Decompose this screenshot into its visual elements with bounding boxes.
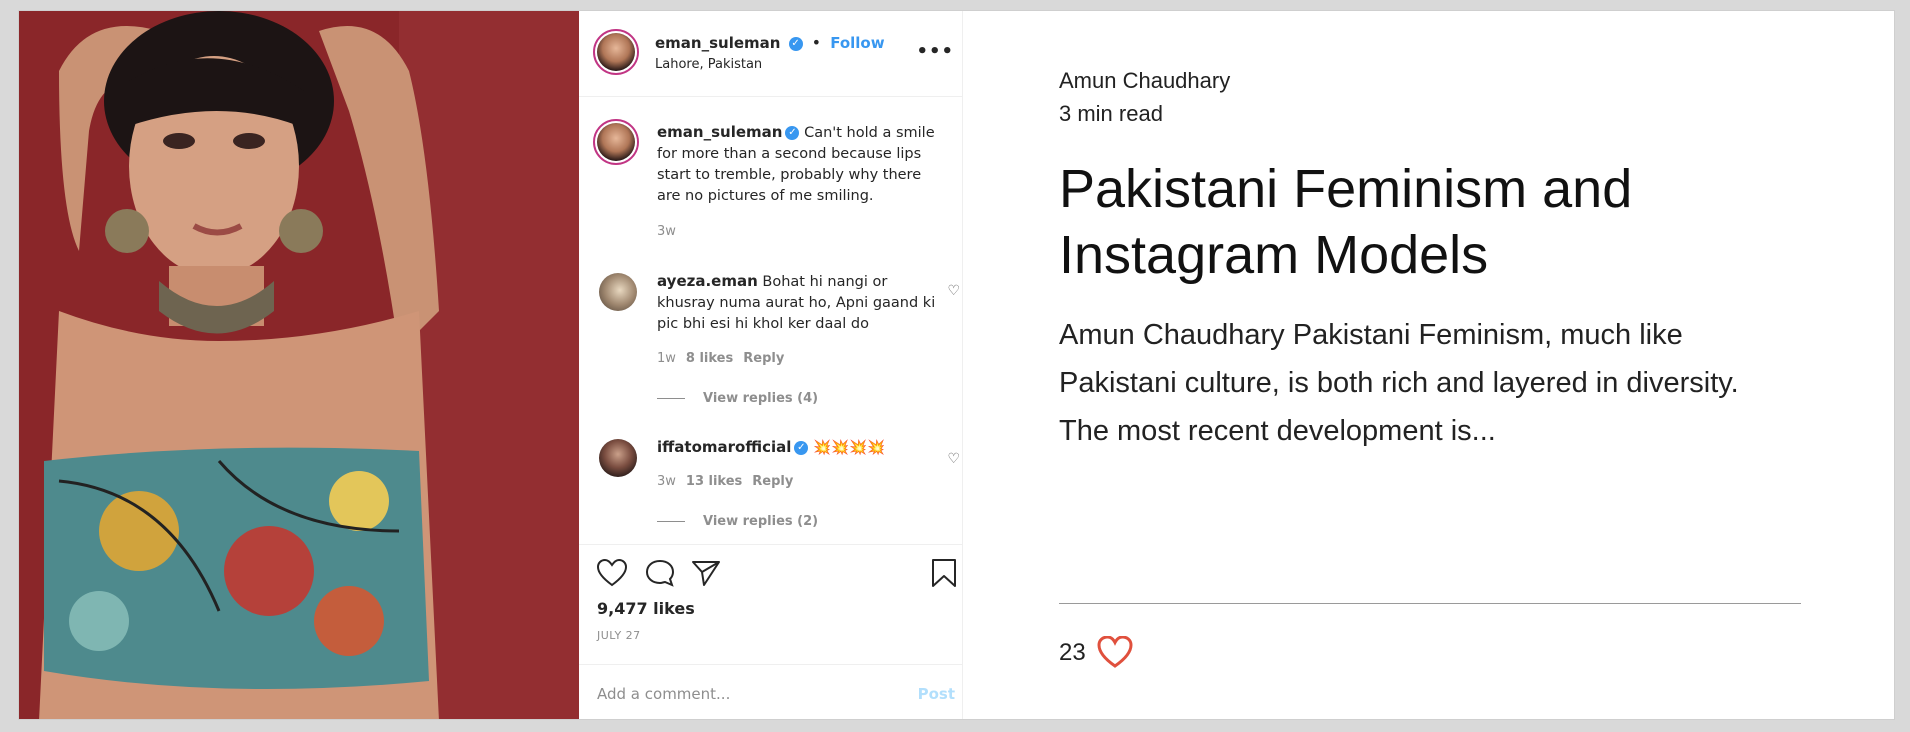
comment-meta: 3w 13 likes Reply [657, 474, 793, 489]
post-header: eman_suleman ✓ • Follow Lahore, Pakistan… [579, 11, 962, 97]
post-date: JULY 27 [597, 629, 641, 642]
location-label[interactable]: Lahore, Pakistan [655, 57, 762, 72]
more-dots-icon[interactable]: ••• [916, 41, 954, 62]
reply-button[interactable]: Reply [752, 474, 793, 489]
comment-like-heart-icon[interactable]: ♡ [947, 451, 960, 467]
separator-dot: • [811, 33, 822, 52]
comment-meta: 1w 8 likes Reply [657, 351, 784, 366]
verified-icon: ✓ [794, 441, 809, 455]
view-replies-label: View replies (4) [703, 391, 819, 406]
caption-username[interactable]: eman_suleman [657, 123, 782, 141]
divider [1059, 603, 1801, 604]
instagram-panel: eman_suleman ✓ • Follow Lahore, Pakistan… [579, 11, 963, 719]
commenter-avatar[interactable] [599, 439, 637, 477]
author-username[interactable]: eman_suleman [655, 34, 780, 52]
share-paper-plane-icon[interactable] [691, 559, 721, 587]
follow-button[interactable]: Follow [830, 34, 884, 52]
comment: iffatomarofficial ✓ 💥💥💥💥 [657, 437, 937, 459]
comment-username[interactable]: ayeza.eman [657, 272, 758, 290]
comment-username[interactable]: iffatomarofficial [657, 438, 791, 456]
view-replies-button[interactable]: View replies (2) [657, 514, 818, 529]
like-count[interactable]: 9,477 likes [597, 599, 695, 618]
comment-time: 3w [657, 474, 676, 489]
article-preview[interactable]: Amun Chaudhary 3 min read Pakistani Femi… [1059, 11, 1819, 719]
add-comment-bar: Add a comment... Post [579, 664, 963, 719]
caption-avatar[interactable] [593, 119, 639, 165]
author-avatar[interactable] [593, 29, 639, 75]
commenter-avatar[interactable] [599, 273, 637, 311]
replies-divider [657, 398, 685, 399]
reply-button[interactable]: Reply [743, 351, 784, 366]
view-replies-label: View replies (2) [703, 514, 819, 529]
view-replies-button[interactable]: View replies (4) [657, 391, 818, 406]
article-author[interactable]: Amun Chaudhary [1059, 68, 1230, 94]
heart-icon[interactable] [1097, 636, 1133, 668]
comment-time: 1w [657, 351, 676, 366]
author-line: eman_suleman ✓ • Follow [655, 33, 885, 52]
comment-bubble-icon[interactable] [645, 559, 675, 587]
caption-time: 3w [657, 224, 676, 239]
replies-divider [657, 521, 685, 522]
bookmark-icon[interactable] [931, 558, 957, 588]
caption: eman_suleman ✓ Can't hold a smile for mor… [657, 122, 947, 207]
comment-input[interactable]: Add a comment... [597, 685, 730, 703]
article-excerpt: Amun Chaudhary Pakistani Feminism, much … [1059, 319, 1739, 447]
article-title[interactable]: Pakistani Feminism and Instagram Models [1059, 156, 1779, 288]
post-photo[interactable] [19, 11, 579, 719]
post-comment-button[interactable]: Post [918, 685, 955, 703]
read-time: 3 min read [1059, 101, 1163, 126]
card: eman_suleman ✓ • Follow Lahore, Pakistan… [18, 10, 1895, 720]
verified-icon: ✓ [785, 126, 800, 140]
comment-text: 💥💥💥💥 [812, 440, 886, 456]
comment-like-heart-icon[interactable]: ♡ [947, 283, 960, 299]
like-heart-icon[interactable] [597, 559, 627, 587]
comment: ayeza.eman Bohat hi nangi or khusray num… [657, 271, 937, 335]
post-actions: 9,477 likes JULY 27 [579, 544, 963, 664]
comment-likes[interactable]: 13 likes [686, 474, 742, 489]
verified-icon: ✓ [788, 36, 803, 51]
photo-illustration [19, 11, 579, 719]
article-like-count: 23 [1059, 639, 1086, 666]
comment-likes[interactable]: 8 likes [686, 351, 733, 366]
